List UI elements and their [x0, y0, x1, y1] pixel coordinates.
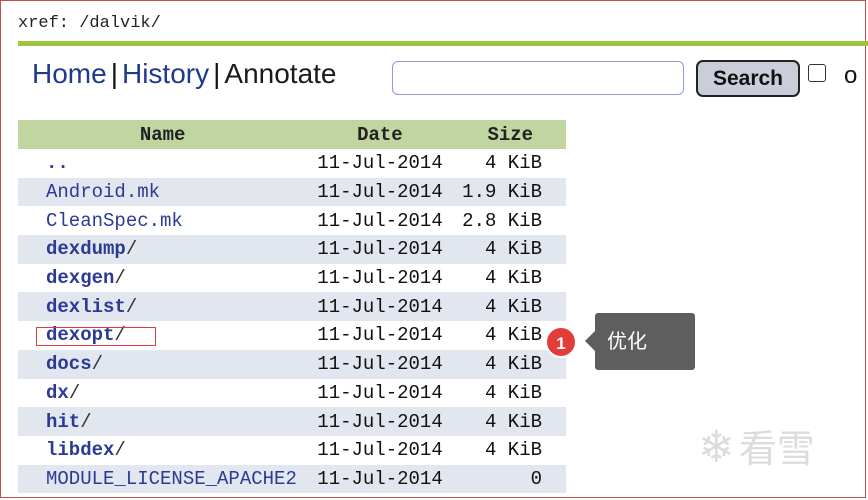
- date-cell: 11-Jul-2014: [317, 381, 443, 404]
- date-cell: 11-Jul-2014: [317, 267, 443, 290]
- column-header-size[interactable]: Size: [454, 120, 566, 149]
- table-row: dexopt/11-Jul-2014 4 KiB: [18, 321, 566, 350]
- xref-path: xref: /dalvik/: [18, 14, 161, 33]
- file-name-cell: libdex/: [18, 436, 307, 465]
- table-row: .. 11-Jul-2014 4 KiB: [18, 149, 566, 178]
- step-badge: 1: [545, 326, 577, 358]
- file-name-cell: CleanSpec.mk: [18, 206, 307, 235]
- directory-slash: /: [80, 410, 92, 433]
- directory-slash: /: [125, 295, 138, 318]
- table-row: dx/11-Jul-2014 4 KiB: [18, 379, 566, 408]
- size-cell: 4 KiB: [454, 235, 566, 264]
- directory-link[interactable]: dexlist: [46, 296, 126, 318]
- file-link[interactable]: CleanSpec.mk: [46, 210, 183, 232]
- nav-bar: Home | History | Annotate: [32, 58, 337, 90]
- annotation-tooltip: 优化: [585, 313, 695, 370]
- file-name-cell: docs/: [18, 349, 308, 379]
- file-name-cell: ..: [18, 149, 307, 178]
- date-cell: 11-Jul-2014: [307, 177, 455, 207]
- date-cell: 11-Jul-2014: [317, 324, 443, 347]
- search-button[interactable]: Search: [696, 60, 800, 97]
- table-row: dexdump/11-Jul-2014 4 KiB: [18, 235, 566, 264]
- date-cell: 11-Jul-2014: [317, 209, 443, 232]
- search-input[interactable]: [392, 61, 684, 95]
- snowflake-icon: ❄: [698, 422, 735, 473]
- directory-link[interactable]: hit: [46, 411, 80, 433]
- date-cell: 11-Jul-2014: [317, 439, 443, 462]
- option-checkbox[interactable]: [808, 64, 826, 82]
- directory-link[interactable]: dexgen: [46, 267, 114, 289]
- file-name-cell: dexdump/: [18, 235, 308, 264]
- file-name-cell: dexopt/: [18, 321, 307, 350]
- date-cell: 11-Jul-2014: [307, 407, 455, 436]
- directory-slash: /: [114, 439, 126, 462]
- size-cell: 4 KiB: [454, 292, 566, 322]
- table-row: MODULE_LICENSE_APACHE2 11-Jul-2014 0: [18, 464, 566, 494]
- size-cell: 4 KiB: [484, 439, 542, 462]
- option-checkbox-label: o: [844, 62, 858, 89]
- directory-link[interactable]: dx: [46, 382, 69, 404]
- table-row: Android.mk 11-Jul-2014 1.9 KiB: [18, 177, 566, 207]
- directory-link[interactable]: docs: [46, 353, 92, 375]
- directory-link[interactable]: ..: [46, 152, 69, 174]
- nav-history-link[interactable]: History: [122, 58, 209, 89]
- table-row: dexlist/11-Jul-2014 4 KiB: [18, 292, 566, 322]
- size-cell: 4 KiB: [454, 349, 566, 379]
- size-cell: 0: [454, 464, 566, 494]
- size-cell: 2.8 KiB: [462, 209, 542, 232]
- nav-separator: |: [213, 58, 221, 89]
- directory-link[interactable]: libdex: [46, 439, 114, 461]
- table-row: hit/11-Jul-2014 4 KiB: [18, 407, 566, 436]
- file-name-cell: Android.mk: [18, 177, 308, 207]
- size-cell: 4 KiB: [484, 152, 542, 175]
- file-name-cell: dexlist/: [18, 292, 308, 322]
- date-cell: 11-Jul-2014: [317, 152, 443, 175]
- nav-annotate[interactable]: Annotate: [224, 58, 336, 89]
- date-cell: 11-Jul-2014: [307, 464, 455, 494]
- file-link[interactable]: Android.mk: [46, 181, 160, 203]
- size-cell: 4 KiB: [454, 407, 566, 436]
- table-row: CleanSpec.mk 11-Jul-2014 2.8 KiB: [18, 206, 566, 235]
- directory-slash: /: [91, 353, 104, 376]
- nav-home-link[interactable]: Home: [32, 58, 107, 89]
- header-divider: [18, 41, 868, 46]
- directory-slash: /: [125, 238, 138, 261]
- size-cell: 1.9 KiB: [454, 177, 566, 207]
- file-name-cell: hit/: [18, 407, 308, 436]
- column-header-name[interactable]: Name: [18, 120, 308, 149]
- directory-slash: /: [114, 267, 126, 290]
- file-name-cell: dx/: [18, 379, 307, 408]
- column-header-date[interactable]: Date: [307, 120, 455, 149]
- directory-link[interactable]: dexopt: [46, 324, 114, 346]
- table-row: dexgen/11-Jul-2014 4 KiB: [18, 264, 566, 293]
- date-cell: 11-Jul-2014: [307, 235, 455, 264]
- watermark: ❄ 看雪: [698, 418, 815, 473]
- file-name-cell: MODULE_LICENSE_APACHE2: [18, 464, 308, 494]
- directory-listing: Name Date Size .. 11-Jul-2014 4 KiB Android…: [18, 120, 566, 494]
- table-row: docs/11-Jul-2014 4 KiB: [18, 349, 566, 379]
- file-link[interactable]: MODULE_LICENSE_APACHE2: [46, 468, 297, 490]
- file-name-cell: dexgen/: [18, 264, 307, 293]
- date-cell: 11-Jul-2014: [307, 349, 455, 379]
- size-cell: 4 KiB: [484, 381, 542, 404]
- watermark-text: 看雪: [738, 427, 815, 471]
- directory-slash: /: [68, 381, 81, 404]
- nav-separator: |: [110, 58, 118, 89]
- date-cell: 11-Jul-2014: [307, 292, 455, 322]
- table-row: libdex/11-Jul-2014 4 KiB: [18, 436, 566, 465]
- directory-link[interactable]: dexdump: [46, 238, 126, 260]
- directory-slash: /: [114, 324, 126, 347]
- size-cell: 4 KiB: [484, 267, 542, 290]
